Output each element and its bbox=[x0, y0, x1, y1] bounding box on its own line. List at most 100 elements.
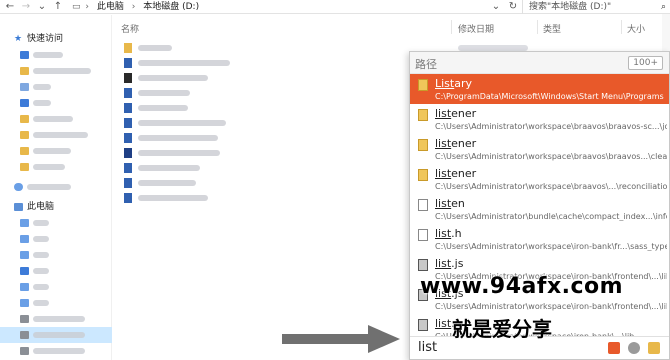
sidebar-item[interactable] bbox=[0, 111, 112, 127]
sidebar-item[interactable] bbox=[0, 343, 112, 359]
sidebar-item[interactable] bbox=[0, 263, 112, 279]
sidebar-item[interactable] bbox=[0, 159, 112, 175]
folder-icon bbox=[20, 131, 29, 139]
column-header-type[interactable]: 类型 bbox=[543, 22, 561, 35]
result-item[interactable]: list.h C:\Users\Administrator\workspace\i… bbox=[410, 224, 669, 254]
result-name: list.h bbox=[435, 227, 462, 240]
sidebar-item[interactable] bbox=[0, 95, 112, 111]
sidebar-item[interactable] bbox=[0, 295, 112, 311]
sidebar-label-blurred bbox=[33, 132, 88, 138]
result-name-rest: ener bbox=[451, 107, 477, 120]
word-file-icon bbox=[124, 118, 132, 128]
file-icon bbox=[418, 229, 428, 241]
file-row[interactable] bbox=[121, 72, 381, 84]
word-file-icon bbox=[124, 193, 132, 203]
sidebar-label-blurred bbox=[33, 268, 49, 274]
refresh-button[interactable]: ↻ bbox=[506, 0, 520, 14]
folder-icon bbox=[124, 43, 132, 53]
sidebar-item[interactable] bbox=[0, 179, 112, 195]
file-row[interactable] bbox=[121, 177, 381, 189]
sidebar-item[interactable] bbox=[0, 127, 112, 143]
cloud-icon bbox=[14, 183, 23, 191]
address-dropdown-button[interactable]: ⌄ bbox=[490, 0, 502, 14]
result-item[interactable]: Listary C:\ProgramData\Microsoft\Windows\… bbox=[410, 74, 669, 104]
result-name-match: list bbox=[435, 197, 452, 210]
recent-locations-button[interactable]: ⌄ bbox=[36, 0, 48, 14]
sidebar-label-quick-access: 快速访问 bbox=[27, 34, 64, 44]
options-icon[interactable] bbox=[628, 342, 640, 354]
result-name-match: list bbox=[435, 317, 452, 330]
sidebar-item[interactable] bbox=[0, 143, 112, 159]
file-name-blurred bbox=[138, 180, 196, 186]
search-input[interactable]: 搜索"本地磁盘 (D:)" ⌕ bbox=[522, 0, 670, 14]
result-item[interactable]: listener C:\Users\Administrator\workspace… bbox=[410, 134, 669, 164]
file-row[interactable] bbox=[121, 57, 381, 69]
file-row[interactable] bbox=[121, 42, 381, 54]
sidebar-item-selected-drive[interactable] bbox=[0, 327, 112, 343]
sidebar-item-this-pc[interactable]: 此电脑 bbox=[0, 199, 112, 215]
file-row[interactable] bbox=[121, 117, 381, 129]
file-row[interactable] bbox=[121, 102, 381, 114]
column-divider[interactable] bbox=[537, 20, 538, 34]
back-button[interactable]: ← bbox=[4, 0, 16, 14]
file-name-blurred bbox=[138, 60, 230, 66]
result-name-match: List bbox=[435, 77, 455, 90]
sidebar-item-quick-access[interactable]: ★ 快速访问 bbox=[0, 31, 112, 47]
sidebar-item[interactable] bbox=[0, 47, 112, 63]
pdf-file-icon bbox=[124, 148, 132, 158]
js-file-icon bbox=[418, 319, 428, 331]
search-query-input[interactable]: list bbox=[418, 340, 437, 355]
action-icon[interactable] bbox=[648, 342, 660, 354]
word-file-icon bbox=[124, 58, 132, 68]
chevron-right-icon: › bbox=[131, 2, 136, 12]
sidebar-item[interactable] bbox=[0, 247, 112, 263]
navigation-pane: ★ 快速访问 此电脑 bbox=[0, 15, 112, 360]
result-item[interactable]: listener C:\Users\Administrator\workspace… bbox=[410, 104, 669, 134]
folder-icon bbox=[20, 147, 29, 155]
sidebar-item[interactable] bbox=[0, 215, 112, 231]
sidebar-item[interactable] bbox=[0, 79, 112, 95]
result-name: Listary bbox=[435, 77, 472, 90]
column-header-name[interactable]: 名称 bbox=[121, 22, 139, 35]
sidebar-label-blurred bbox=[27, 184, 71, 190]
folder-icon bbox=[20, 299, 29, 307]
sidebar-label-blurred bbox=[33, 284, 49, 290]
folder-icon bbox=[20, 251, 29, 259]
file-row[interactable] bbox=[121, 147, 381, 159]
up-button[interactable]: ↑ bbox=[52, 0, 64, 14]
breadcrumb-item-this-pc[interactable]: 此电脑 bbox=[97, 2, 124, 12]
file-row[interactable] bbox=[121, 87, 381, 99]
search-icon: ⌕ bbox=[660, 2, 666, 12]
result-item[interactable]: listen C:\Users\Administrator\bundle\cach… bbox=[410, 194, 669, 224]
drive-icon bbox=[20, 331, 29, 339]
file-row[interactable] bbox=[121, 132, 381, 144]
result-item[interactable]: listener C:\Users\Administrator\workspace… bbox=[410, 164, 669, 194]
column-header-size[interactable]: 大小 bbox=[627, 22, 645, 35]
file-row[interactable] bbox=[121, 192, 381, 204]
sidebar-item[interactable] bbox=[0, 311, 112, 327]
column-header-date[interactable]: 修改日期 bbox=[458, 22, 494, 35]
sidebar-item[interactable] bbox=[0, 279, 112, 295]
file-row[interactable] bbox=[121, 162, 381, 174]
file-name-blurred bbox=[138, 135, 218, 141]
favorites-icon[interactable] bbox=[608, 342, 620, 354]
forward-button[interactable]: → bbox=[20, 0, 32, 14]
drive-icon bbox=[20, 347, 29, 355]
archive-file-icon bbox=[124, 73, 132, 83]
word-file-icon bbox=[124, 178, 132, 188]
folder-icon bbox=[418, 79, 428, 91]
breadcrumb[interactable]: ▭ › 此电脑 › 本地磁盘 (D:) bbox=[72, 0, 500, 14]
result-path: C:\Users\Administrator\bundle\cache\comp… bbox=[435, 212, 667, 221]
sidebar-item[interactable] bbox=[0, 231, 112, 247]
sidebar-item[interactable] bbox=[0, 63, 112, 79]
column-divider[interactable] bbox=[621, 20, 622, 34]
column-divider[interactable] bbox=[451, 20, 452, 34]
breadcrumb-item-drive[interactable]: 本地磁盘 (D:) bbox=[143, 2, 199, 12]
download-icon bbox=[20, 267, 29, 275]
file-icon bbox=[418, 199, 428, 211]
file-name-blurred bbox=[138, 75, 208, 81]
file-name-blurred bbox=[138, 90, 190, 96]
star-icon: ★ bbox=[14, 34, 23, 44]
result-name: listener bbox=[435, 137, 476, 150]
result-name: list.js bbox=[435, 257, 463, 270]
